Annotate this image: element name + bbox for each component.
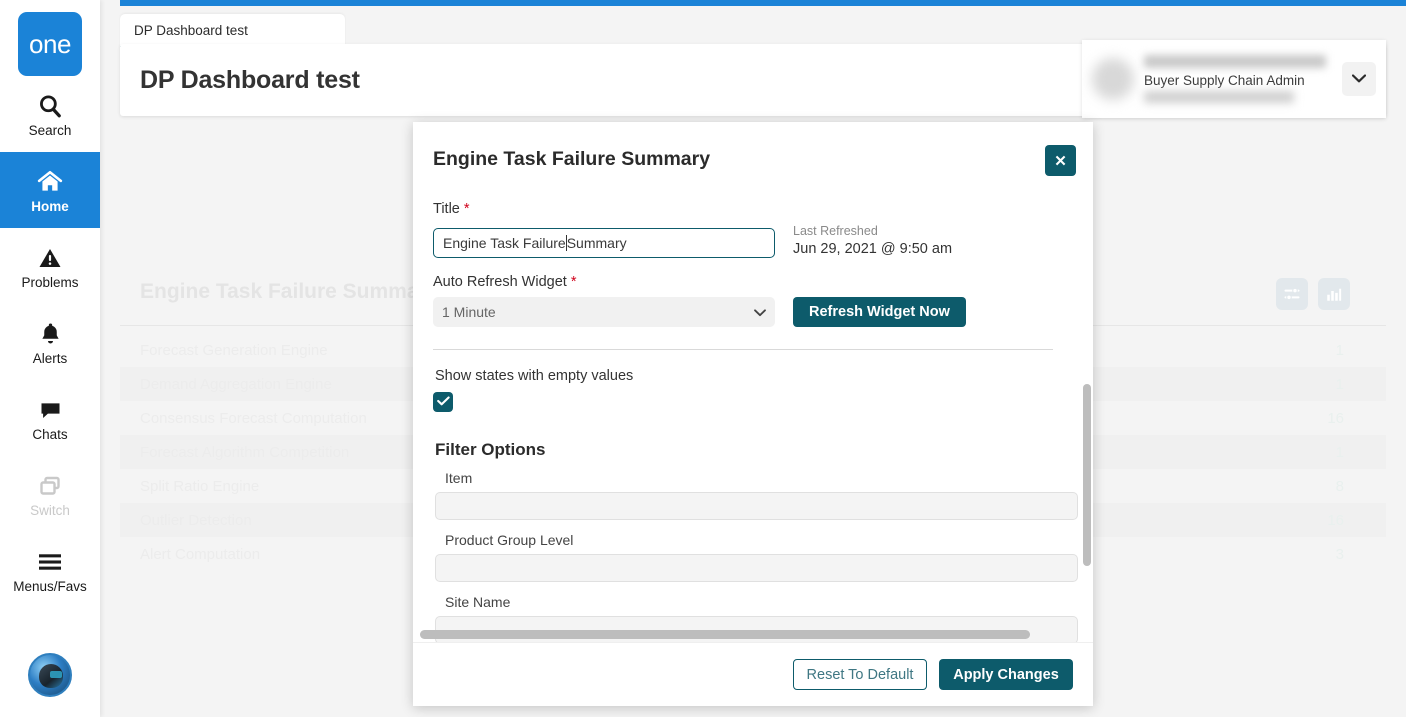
title-input-value-before-caret: Engine Task Failure [443, 235, 566, 252]
hamburger-icon [36, 547, 64, 577]
filter-label: Product Group Level [445, 532, 574, 549]
auto-refresh-label: Auto Refresh Widget * [433, 274, 1073, 290]
row-name: Forecast Generation Engine [140, 341, 328, 359]
user-role: Buyer Supply Chain Admin [1144, 72, 1305, 88]
row-value: 1 [1335, 341, 1344, 359]
row-value: 16 [1327, 511, 1344, 529]
auto-refresh-label-text: Auto Refresh Widget [433, 274, 567, 291]
horizontal-scrollbar-thumb[interactable] [420, 630, 1030, 639]
sidebar-item-label: Chats [32, 426, 68, 442]
row-name: Split Ratio Engine [140, 477, 260, 495]
home-icon [36, 167, 64, 197]
section-divider [433, 349, 1053, 351]
last-refreshed: Last Refreshed Jun 29, 2021 @ 9:50 am [793, 224, 952, 258]
apply-changes-button[interactable]: Apply Changes [939, 659, 1073, 690]
row-name: Demand Aggregation Engine [140, 375, 332, 393]
show-empty-states-checkbox[interactable] [433, 392, 453, 413]
switch-windows-icon [37, 471, 63, 501]
search-icon [37, 91, 63, 121]
sidebar-item-label: Menus/Favs [13, 578, 87, 594]
background-widget-icons [1276, 278, 1350, 310]
auto-refresh-selected-value: 1 Minute [442, 304, 496, 321]
sidebar-item-problems[interactable]: Problems [0, 228, 100, 304]
filter-options-heading: Filter Options [435, 440, 546, 460]
sidebar-item-label: Switch [30, 502, 70, 518]
bell-icon [38, 319, 63, 349]
title-label-text: Title [433, 201, 460, 217]
required-marker: * [463, 201, 470, 217]
item-input[interactable] [435, 492, 1078, 521]
sidebar-item-menus-favs[interactable]: Menus/Favs [0, 532, 100, 608]
sidebar-item-label: Home [31, 198, 69, 214]
sidebar-item-alerts[interactable]: Alerts [0, 304, 100, 380]
title-input-value-after-caret: Summary [566, 235, 627, 252]
sidebar-item-chats[interactable]: Chats [0, 380, 100, 456]
widget-chart-icon[interactable] [1318, 278, 1350, 310]
chat-bubble-icon [37, 395, 64, 425]
background-widget-title: Engine Task Failure Summary [140, 280, 439, 303]
sidebar-item-label: Search [28, 122, 72, 138]
user-panel[interactable]: Buyer Supply Chain Admin [1082, 40, 1386, 118]
required-marker: * [570, 274, 577, 291]
sidebar-item-search[interactable]: Search [0, 76, 100, 152]
app-root: one Search Home Problems Alerts Chats Sw… [0, 0, 1406, 717]
assistant-avatar-icon[interactable] [28, 653, 72, 697]
title-row: Engine Task Failure Summary Last Refresh… [433, 224, 1073, 259]
page-title: DP Dashboard test [140, 65, 360, 94]
row-name: Outlier Detection [140, 511, 252, 529]
auto-refresh-row: 1 Minute Refresh Widget Now [433, 297, 1073, 328]
modal-title: Engine Task Failure Summary [433, 148, 711, 170]
filter-label: Item [445, 470, 473, 487]
refresh-widget-now-button[interactable]: Refresh Widget Now [793, 297, 966, 328]
sidebar-item-home[interactable]: Home [0, 152, 100, 228]
auto-refresh-group: Auto Refresh Widget * 1 Minute Refresh W… [433, 274, 1073, 328]
row-name: Consensus Forecast Computation [140, 409, 367, 427]
row-name: Alert Computation [140, 545, 261, 563]
widget-settings-modal: Engine Task Failure Summary ✕ Title * En… [413, 122, 1093, 706]
modal-body: Title * Engine Task Failure Summary Last… [413, 171, 1093, 642]
filter-field-product-group-level: Product Group Level [433, 532, 1078, 583]
check-icon [436, 393, 450, 411]
row-value: 1 [1335, 375, 1344, 393]
sidebar-item-switch[interactable]: Switch [0, 456, 100, 532]
brand-logo[interactable]: one [18, 12, 82, 76]
user-info: Buyer Supply Chain Admin [1144, 54, 1342, 104]
filter-label: Site Name [445, 594, 511, 611]
vertical-scrollbar-thumb[interactable] [1083, 384, 1091, 566]
modal-header: Engine Task Failure Summary ✕ [413, 122, 1093, 176]
last-refreshed-value: Jun 29, 2021 @ 9:50 am [793, 240, 953, 257]
sidebar-item-label: Alerts [32, 350, 68, 366]
left-sidebar: one Search Home Problems Alerts Chats Sw… [0, 0, 100, 717]
title-field-label: Title * [433, 201, 1073, 217]
filter-field-item: Item [433, 470, 1078, 521]
widget-settings-icon[interactable] [1276, 278, 1308, 310]
brand-logo-label: one [29, 29, 71, 59]
chevron-down-icon [754, 304, 766, 320]
row-value: 3 [1335, 545, 1344, 563]
product-group-level-input[interactable] [435, 554, 1078, 583]
reset-to-default-button[interactable]: Reset To Default [793, 659, 927, 690]
modal-footer: Reset To Default Apply Changes [413, 642, 1093, 706]
show-empty-states-label: Show states with empty values [435, 368, 634, 385]
chevron-down-icon [1351, 70, 1367, 88]
row-value: 16 [1327, 409, 1344, 427]
user-name-redacted [1144, 54, 1326, 68]
warning-triangle-icon [37, 243, 63, 273]
row-name: Forecast Algorithm Competition [140, 443, 350, 461]
title-field-group: Title * Engine Task Failure Summary Last… [433, 201, 1073, 259]
user-org-redacted [1144, 91, 1294, 104]
auto-refresh-select[interactable]: 1 Minute [433, 297, 775, 328]
title-input[interactable]: Engine Task Failure Summary [433, 228, 775, 259]
tab-label: DP Dashboard test [134, 23, 248, 38]
row-value: 8 [1335, 477, 1344, 495]
avatar [1092, 58, 1134, 100]
user-menu-toggle[interactable] [1342, 62, 1376, 96]
top-accent-bar [120, 0, 1406, 6]
row-value: 1 [1335, 443, 1344, 461]
last-refreshed-label: Last Refreshed [793, 224, 878, 238]
sidebar-item-label: Problems [21, 274, 79, 290]
